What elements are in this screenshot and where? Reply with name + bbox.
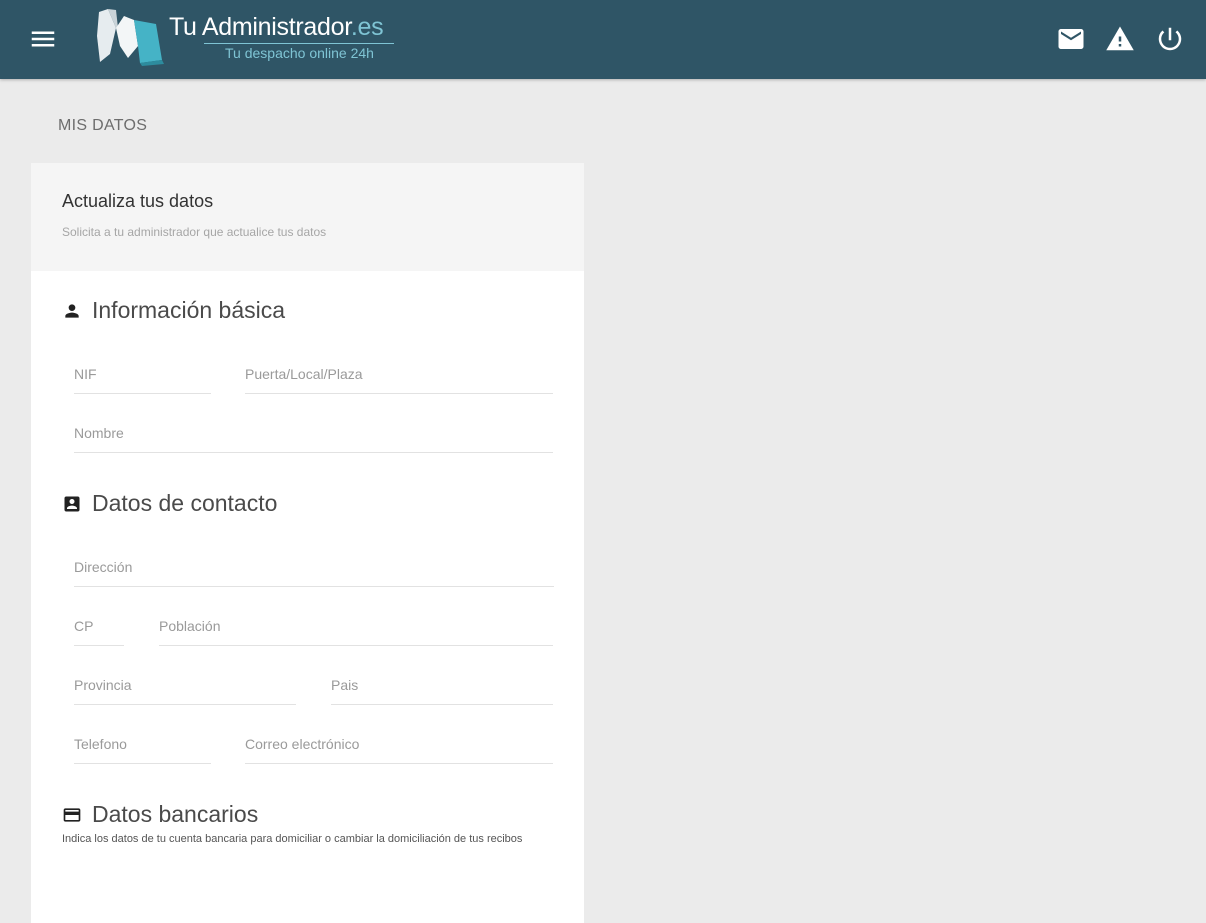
- country-input[interactable]: [331, 677, 553, 705]
- section-bank: Datos bancarios: [62, 801, 258, 828]
- country-field: [331, 677, 553, 705]
- warning-icon[interactable]: [1105, 24, 1135, 54]
- address-input[interactable]: [74, 559, 554, 587]
- phone-input[interactable]: [74, 736, 211, 764]
- brand-tld: .es: [350, 13, 384, 41]
- address-field: [74, 559, 554, 587]
- top-app-bar: Tu Administrador.es Tu despacho online 2…: [0, 0, 1206, 79]
- email-input[interactable]: [245, 736, 553, 764]
- section-basic-info: Información básica: [62, 297, 285, 324]
- province-field: [74, 677, 296, 705]
- cp-field: [74, 618, 124, 646]
- email-field: [245, 736, 553, 764]
- brand-underline: [204, 43, 394, 44]
- door-field: [245, 366, 553, 394]
- brand-tagline: Tu despacho online 24h: [225, 45, 374, 61]
- brand-logo[interactable]: Tu Administrador.es Tu despacho online 2…: [94, 6, 414, 66]
- section-title: Datos de contacto: [92, 490, 278, 516]
- nif-input[interactable]: [74, 366, 211, 394]
- menu-icon[interactable]: [28, 24, 58, 54]
- person-icon: [65, 303, 79, 318]
- name-input[interactable]: [74, 425, 553, 453]
- card-header: Actualiza tus datos Solicita a tu admini…: [31, 163, 584, 271]
- card-title: Actualiza tus datos: [62, 191, 214, 211]
- section-title: Información básica: [92, 297, 286, 323]
- town-input[interactable]: [159, 618, 553, 646]
- mail-icon[interactable]: [1056, 24, 1086, 54]
- section-title: Datos bancarios: [92, 801, 259, 827]
- door-input[interactable]: [245, 366, 553, 394]
- credit-card-icon: [63, 807, 81, 822]
- card-subtitle: Solicita a tu administrador que actualic…: [62, 225, 327, 239]
- profile-card: Actualiza tus datos Solicita a tu admini…: [31, 163, 584, 923]
- power-icon[interactable]: [1155, 24, 1185, 54]
- cp-input[interactable]: [74, 618, 124, 646]
- bank-description: Indica los datos de tu cuenta bancaria p…: [62, 833, 523, 845]
- town-field: [159, 618, 553, 646]
- province-input[interactable]: [74, 677, 296, 705]
- page-title: MIS DATOS: [58, 117, 148, 134]
- nif-field: [74, 366, 211, 394]
- name-field: [74, 425, 553, 453]
- phone-field: [74, 736, 211, 764]
- section-contact: Datos de contacto: [62, 490, 277, 517]
- contact-card-icon: [64, 496, 80, 511]
- brand-title: Tu Administrador.es: [169, 13, 384, 41]
- logo-mark-icon: [97, 9, 164, 66]
